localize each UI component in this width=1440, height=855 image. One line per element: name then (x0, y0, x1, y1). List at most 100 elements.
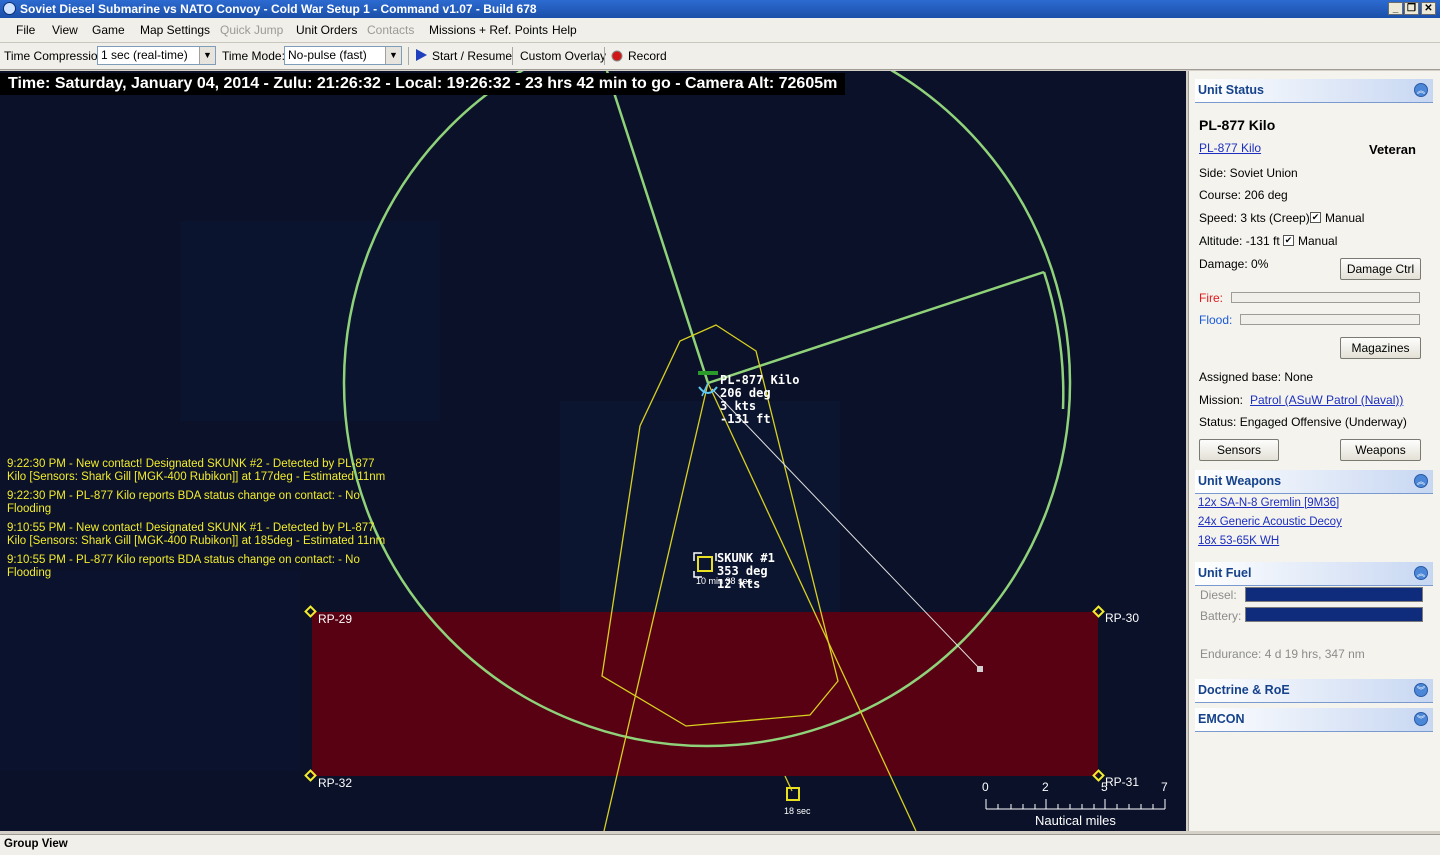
play-icon (416, 49, 427, 61)
unit-class-link[interactable]: PL-877 Kilo (1199, 141, 1261, 155)
restore-button[interactable]: ❐ (1404, 2, 1419, 15)
speed-text: Speed: 3 kts (Creep) (1199, 211, 1310, 225)
fire-label: Fire: (1199, 291, 1223, 305)
app-icon (3, 2, 16, 15)
start-resume-label: Start / Resume (432, 49, 513, 63)
diesel-bar (1245, 587, 1423, 602)
scale-unit-label: Nautical miles (1035, 813, 1116, 828)
altitude-text: Altitude: -131 ft (1199, 234, 1280, 248)
toolbar: Time Compression: 1 sec (real-time) ▼ Ti… (0, 43, 1440, 70)
emcon-header[interactable]: EMCON ︾ (1195, 708, 1433, 732)
unit-depth-label: -131 ft (720, 412, 771, 426)
ref-point-label: RP-29 (318, 612, 353, 626)
restricted-zone[interactable] (312, 612, 1098, 776)
log-message: 9:22:30 PM - New contact! Designated SKU… (7, 458, 386, 483)
scale-tick-label: 2 (1042, 780, 1049, 794)
toolbar-separator (408, 47, 409, 65)
unit-fuel-header[interactable]: Unit Fuel ︽ (1195, 562, 1433, 586)
battery-label: Battery: (1200, 609, 1242, 623)
speed-manual-label: Manual (1325, 211, 1365, 225)
record-button[interactable]: Record (610, 47, 670, 65)
contact-timer-label: 10 min 38 sec (696, 576, 753, 586)
unit-status-header[interactable]: Unit Status ︽ (1195, 79, 1433, 103)
custom-overlay-button[interactable]: Custom Overlay (520, 49, 606, 63)
time-mode-label: Time Mode: (222, 49, 285, 63)
menu-game[interactable]: Game (92, 23, 125, 37)
emcon-title: EMCON (1198, 712, 1245, 726)
time-mode-select[interactable]: No-pulse (fast) ▼ (284, 46, 402, 65)
close-button[interactable]: ✕ (1421, 2, 1436, 15)
minimize-button[interactable]: _ (1388, 2, 1403, 15)
unit-panel: Unit Status ︽ PL-877 Kilo PL-877 Kilo Ve… (1188, 71, 1440, 831)
collapse-up-icon[interactable]: ︽ (1414, 474, 1428, 488)
side-text: Side: Soviet Union (1199, 166, 1298, 180)
mission-link[interactable]: Patrol (ASuW Patrol (Naval)) (1250, 393, 1403, 407)
map-graphics[interactable] (0, 71, 1186, 831)
menu-unit-orders[interactable]: Unit Orders (296, 23, 357, 37)
scale-tick-label: 7 (1161, 780, 1168, 794)
weapons-button[interactable]: Weapons (1340, 439, 1421, 461)
fire-bar (1231, 292, 1420, 303)
menu-bar: File View Game Map Settings Quick Jump U… (0, 18, 1440, 43)
unit-label[interactable]: PL-877 Kilo 206 deg 3 kts -131 ft (720, 374, 799, 426)
title-bar: Soviet Diesel Submarine vs NATO Convoy -… (0, 0, 1440, 18)
endurance-text: Endurance: 4 d 19 hrs, 347 nm (1200, 647, 1365, 661)
collapse-up-icon[interactable]: ︽ (1414, 566, 1428, 580)
damage-ctrl-button[interactable]: Damage Ctrl (1340, 258, 1421, 280)
menu-map-settings[interactable]: Map Settings (140, 23, 210, 37)
record-icon (611, 50, 623, 62)
doctrine-title: Doctrine & RoE (1198, 683, 1290, 697)
time-mode-value: No-pulse (fast) (288, 48, 367, 62)
proficiency-label: Veteran (1369, 142, 1416, 157)
scale-tick-label: 0 (982, 780, 989, 794)
weapon-link[interactable]: 12x SA-N-8 Gremlin [9M36] (1198, 497, 1339, 509)
menu-help[interactable]: Help (552, 23, 577, 37)
weapon-link[interactable]: 24x Generic Acoustic Decoy (1198, 516, 1342, 528)
message-log: 9:22:30 PM - New contact! Designated SKU… (7, 458, 387, 586)
time-compression-label: Time Compression: (4, 49, 108, 63)
toolbar-separator (604, 47, 605, 65)
contact2-timer-label: 18 sec (784, 806, 811, 816)
weapon-link[interactable]: 18x 53-65K WH (1198, 535, 1279, 547)
unit-weapons-header[interactable]: Unit Weapons ︽ (1195, 470, 1433, 494)
altitude-manual-label: Manual (1298, 234, 1338, 248)
speed-manual-checkbox[interactable]: ✔ (1310, 212, 1321, 223)
mission-label: Mission: (1199, 393, 1244, 407)
expand-down-icon[interactable]: ︾ (1414, 712, 1428, 726)
chevron-down-icon[interactable]: ▼ (385, 47, 401, 64)
battery-bar (1245, 607, 1423, 622)
log-message: 9:22:30 PM - PL-877 Kilo reports BDA sta… (7, 490, 360, 515)
menu-file[interactable]: File (16, 23, 35, 37)
log-message: 9:10:55 PM - PL-877 Kilo reports BDA sta… (7, 554, 360, 579)
unit-status-title: Unit Status (1198, 83, 1264, 97)
record-label: Record (628, 49, 667, 63)
unit-fuel-title: Unit Fuel (1198, 566, 1252, 580)
tactical-map[interactable]: Time: Saturday, January 04, 2014 - Zulu:… (0, 71, 1186, 831)
doctrine-header[interactable]: Doctrine & RoE ︾ (1195, 679, 1433, 703)
chevron-down-icon[interactable]: ▼ (199, 47, 215, 64)
toolbar-separator (512, 47, 513, 65)
menu-contacts[interactable]: Contacts (367, 23, 414, 37)
time-compression-select[interactable]: 1 sec (real-time) ▼ (97, 46, 216, 65)
status-text: Status: Engaged Offensive (Underway) (1199, 415, 1407, 429)
flood-bar (1240, 314, 1420, 325)
log-message: 9:10:55 PM - New contact! Designated SKU… (7, 522, 386, 547)
sensors-button[interactable]: Sensors (1199, 439, 1279, 461)
menu-view[interactable]: View (52, 23, 78, 37)
scale-tick-label: 5 (1101, 780, 1108, 794)
course-text: Course: 206 deg (1199, 188, 1288, 202)
menu-quick-jump[interactable]: Quick Jump (220, 23, 283, 37)
magazines-button[interactable]: Magazines (1340, 337, 1421, 359)
unit-name: PL-877 Kilo (1199, 117, 1276, 133)
unit-health-bar (698, 371, 718, 375)
menu-missions[interactable]: Missions + Ref. Points (429, 23, 548, 37)
flood-label: Flood: (1199, 313, 1233, 327)
collapse-up-icon[interactable]: ︽ (1414, 83, 1428, 97)
window-title: Soviet Diesel Submarine vs NATO Convoy -… (20, 2, 537, 16)
status-bar: Group View (0, 834, 1440, 855)
waypoint-marker[interactable] (977, 666, 983, 672)
altitude-manual-checkbox[interactable]: ✔ (1283, 235, 1294, 246)
expand-down-icon[interactable]: ︾ (1414, 683, 1428, 697)
ref-point-label: RP-31 (1105, 775, 1140, 789)
time-header: Time: Saturday, January 04, 2014 - Zulu:… (0, 73, 846, 95)
